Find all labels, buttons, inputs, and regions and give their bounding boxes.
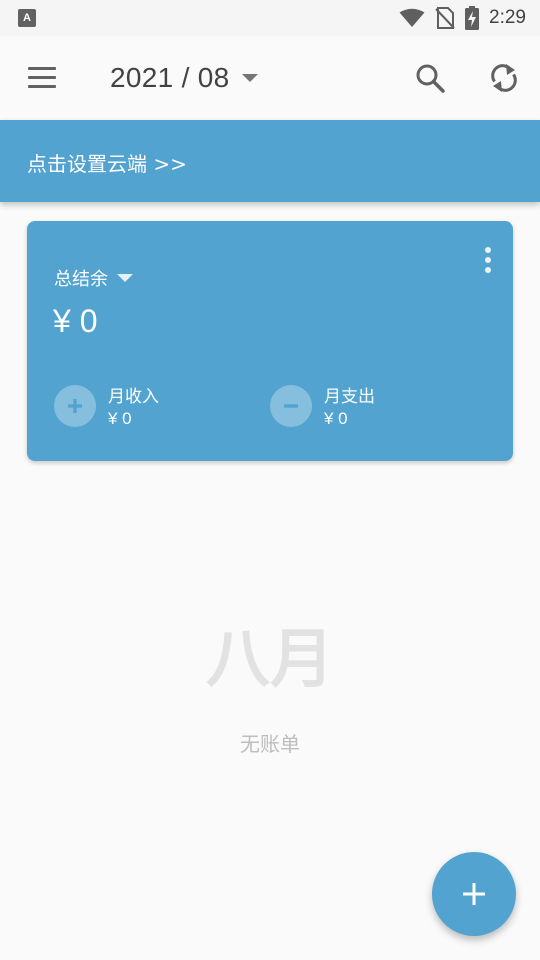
app-notification-icon: A <box>18 9 36 27</box>
month-picker[interactable]: 2021 / 08 <box>110 58 259 98</box>
dropdown-caret-icon <box>117 274 133 282</box>
month-label: 2021 / 08 <box>110 62 230 93</box>
cloud-setup-banner[interactable]: 点击设置云端 >> <box>0 120 540 202</box>
add-income-button[interactable] <box>54 385 96 427</box>
plus-icon <box>68 399 82 413</box>
cloud-setup-text: 点击设置云端 >> <box>27 152 187 176</box>
income-value: ¥ 0 <box>108 409 132 428</box>
expense-value: ¥ 0 <box>324 409 348 428</box>
dropdown-caret-icon <box>242 74 259 82</box>
balance-card: 总结余 ¥ 0 月收入 ¥ 0 月支出 ¥ 0 <box>27 221 513 461</box>
add-bill-button[interactable] <box>432 852 516 936</box>
expense-label: 月支出 <box>324 387 375 407</box>
battery-charging-icon <box>465 6 480 30</box>
menu-icon[interactable] <box>28 67 56 89</box>
empty-bills-text: 无账单 <box>240 732 300 756</box>
balance-label: 总结余 <box>54 269 108 290</box>
minus-icon <box>284 404 298 408</box>
sync-icon[interactable] <box>486 60 522 96</box>
wifi-icon <box>399 8 425 27</box>
status-icons: 2:29 <box>399 6 526 30</box>
status-bar: A 2:29 <box>0 0 540 36</box>
status-time: 2:29 <box>489 7 526 28</box>
app-bar: 2021 / 08 <box>0 36 540 120</box>
balance-amount: ¥ 0 <box>53 303 98 339</box>
more-vert-icon[interactable] <box>483 247 493 273</box>
no-sim-icon <box>435 7 455 29</box>
plus-icon <box>463 883 485 905</box>
balance-type-selector[interactable]: 总结余 <box>54 265 133 291</box>
search-icon[interactable] <box>414 62 448 96</box>
add-expense-button[interactable] <box>270 385 312 427</box>
empty-month-title: 八月 <box>206 623 334 697</box>
income-label: 月收入 <box>108 387 159 407</box>
